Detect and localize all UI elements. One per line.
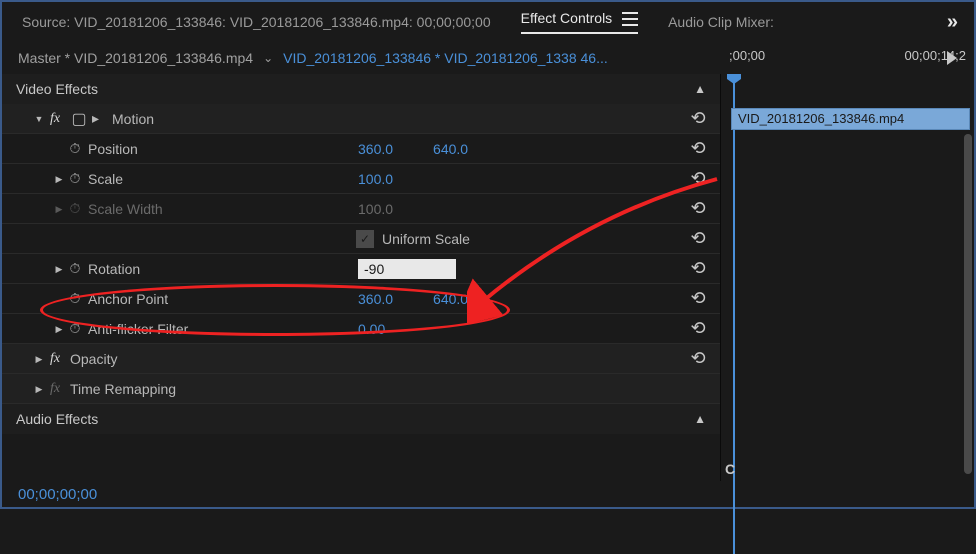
video-effects-label: Video Effects (16, 81, 98, 97)
uniform-scale-row: ⏱ ✓ Uniform Scale ⟲ (2, 224, 720, 254)
playhead-indicator[interactable] (733, 74, 735, 554)
time-remapping-label: Time Remapping (70, 381, 210, 397)
reset-icon[interactable]: ⟲ (686, 108, 710, 129)
chevron-right-icon[interactable] (52, 263, 66, 275)
arrow-right-icon: ▸ (92, 110, 108, 127)
timeline-panel[interactable]: ;00;00 00;00;14;2 VID_20181206_133846.mp… (720, 74, 974, 481)
ruler-end-label: 00;00;14;2 (905, 48, 966, 63)
anchor-x-value[interactable]: 360.0 (358, 291, 393, 307)
collapse-up-icon[interactable]: ▲ (694, 82, 706, 96)
effects-panel: Video Effects ▲ fx ▢ ▸ Motion ⟲ ⏱ Positi… (2, 74, 720, 481)
position-row: ⏱ Position 360.0 640.0 ⟲ (2, 134, 720, 164)
rotation-label: Rotation (88, 261, 228, 277)
main-area: Video Effects ▲ fx ▢ ▸ Motion ⟲ ⏱ Positi… (2, 74, 974, 481)
reset-icon[interactable]: ⟲ (686, 168, 710, 189)
footer-bar: 00;00;00;00 (2, 481, 974, 507)
overflow-chevron-icon[interactable]: » (947, 11, 954, 34)
uniform-scale-checkbox[interactable]: ✓ (356, 230, 374, 248)
fx-badge-icon[interactable]: fx (46, 381, 64, 397)
anchor-y-value[interactable]: 640.0 (433, 291, 468, 307)
scale-width-row: ⏱ Scale Width 100.0 ⟲ (2, 194, 720, 224)
audio-effects-label: Audio Effects (16, 411, 98, 427)
vertical-scrollbar[interactable] (964, 134, 972, 474)
ruler-start-label: ;00;00 (729, 48, 765, 63)
scale-width-value: 100.0 (358, 201, 393, 217)
time-ruler[interactable]: ;00;00 00;00;14;2 (721, 42, 974, 74)
antiflicker-row: ⏱ Anti-flicker Filter 0.00 ⟲ (2, 314, 720, 344)
master-clip-label[interactable]: Master * VID_20181206_133846.mp4 (18, 50, 253, 66)
tab-audio-mixer[interactable]: Audio Clip Mixer: (668, 14, 774, 30)
opacity-group[interactable]: fx Opacity ⟲ (2, 344, 720, 374)
sequence-clip-link[interactable]: VID_20181206_133846 * VID_20181206_1338 … (283, 50, 683, 66)
stopwatch-icon[interactable]: ⏱ (66, 140, 84, 157)
fx-badge-icon[interactable]: fx (46, 111, 64, 127)
stopwatch-icon[interactable]: ⏱ (66, 170, 84, 187)
panel-menu-icon[interactable] (622, 12, 638, 26)
chevron-right-icon[interactable] (32, 353, 46, 365)
stopwatch-icon[interactable]: ⏱ (66, 260, 84, 277)
time-remapping-group[interactable]: fx Time Remapping (2, 374, 720, 404)
tab-effect-controls[interactable]: Effect Controls (521, 10, 638, 34)
reset-icon[interactable]: ⟲ (686, 318, 710, 339)
rotation-row: ⏱ Rotation ⟲ (2, 254, 720, 284)
scale-row: ⏱ Scale 100.0 ⟲ (2, 164, 720, 194)
fx-badge-icon[interactable]: fx (46, 351, 64, 367)
chevron-right-icon (52, 203, 66, 215)
reset-icon[interactable]: ⟲ (686, 138, 710, 159)
chevron-down-icon[interactable] (32, 113, 46, 125)
anchor-point-row: ⏱ Anchor Point 360.0 640.0 ⟲ (2, 284, 720, 314)
chevron-right-icon[interactable] (52, 323, 66, 335)
reset-icon[interactable]: ⟲ (686, 258, 710, 279)
reset-icon[interactable]: ⟲ (686, 228, 710, 249)
chevron-right-icon[interactable] (52, 173, 66, 185)
audio-effects-header[interactable]: Audio Effects ▲ (2, 404, 720, 434)
captions-icon[interactable]: C (725, 461, 735, 477)
position-y-value[interactable]: 640.0 (433, 141, 468, 157)
rotation-input[interactable] (358, 259, 456, 279)
antiflicker-value[interactable]: 0.00 (358, 321, 385, 337)
video-effects-header[interactable]: Video Effects ▲ (2, 74, 720, 104)
scale-width-label: Scale Width (88, 201, 228, 217)
panel-tabs: Source: VID_20181206_133846: VID_2018120… (2, 2, 974, 42)
chevron-down-icon[interactable]: ⌄ (263, 51, 273, 65)
reset-icon[interactable]: ⟲ (686, 288, 710, 309)
antiflicker-label: Anti-flicker Filter (88, 321, 228, 337)
reset-icon[interactable]: ⟲ (686, 198, 710, 219)
chevron-right-icon[interactable] (32, 383, 46, 395)
clip-bar[interactable]: VID_20181206_133846.mp4 (731, 108, 970, 130)
uniform-scale-label: Uniform Scale (382, 231, 470, 247)
collapse-up-icon[interactable]: ▲ (694, 412, 706, 426)
current-timecode[interactable]: 00;00;00;00 (18, 486, 97, 503)
reset-icon[interactable]: ⟲ (686, 348, 710, 369)
opacity-label: Opacity (70, 351, 210, 367)
stopwatch-icon[interactable]: ⏱ (66, 320, 84, 337)
position-label: Position (88, 141, 228, 157)
scrollbar-thumb[interactable] (964, 134, 972, 474)
position-x-value[interactable]: 360.0 (358, 141, 393, 157)
transform-box-icon: ▢ (70, 109, 88, 129)
motion-label: Motion (112, 111, 252, 127)
motion-group[interactable]: fx ▢ ▸ Motion ⟲ (2, 104, 720, 134)
anchor-point-label: Anchor Point (88, 291, 228, 307)
tab-source[interactable]: Source: VID_20181206_133846: VID_2018120… (22, 14, 491, 30)
scale-value[interactable]: 100.0 (358, 171, 393, 187)
tab-effect-controls-label: Effect Controls (521, 10, 613, 26)
stopwatch-icon: ⏱ (66, 200, 84, 217)
scale-label: Scale (88, 171, 228, 187)
stopwatch-icon[interactable]: ⏱ (66, 290, 84, 307)
